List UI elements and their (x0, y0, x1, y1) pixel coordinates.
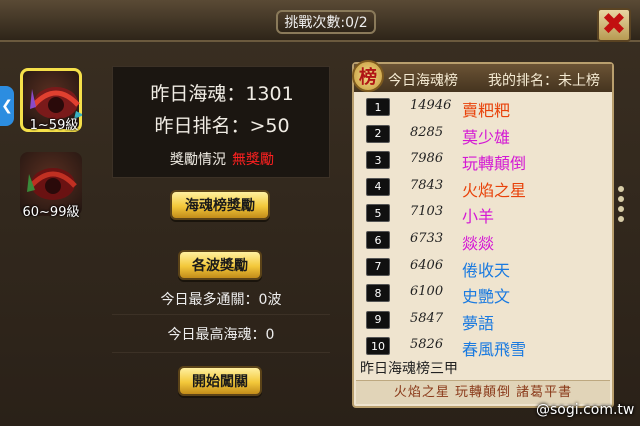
player-name[interactable]: 玩轉顛倒 (462, 150, 526, 174)
rank-number: 2 (366, 124, 390, 143)
ranking-row: 2 8285 莫少雄 (362, 121, 612, 147)
player-score: 14946 (410, 98, 452, 113)
yesterday-top3-names: 火焰之星 玩轉顛倒 諸葛平書 (356, 380, 610, 404)
close-button[interactable]: ✖ (597, 8, 631, 42)
watermark: @sogi.com.tw (536, 402, 635, 418)
ranking-header: 榜 今日海魂榜 我的排名：未上榜 (352, 60, 612, 92)
player-score: 7843 (410, 177, 444, 193)
player-name[interactable]: 史艷文 (462, 283, 510, 307)
player-name[interactable]: 賣粑粑 (462, 97, 510, 121)
player-score: 7103 (410, 204, 444, 220)
rank-reward-button[interactable]: 海魂榜獎勵 (170, 190, 270, 220)
wave-reward-button[interactable]: 各波獎勵 (178, 250, 262, 280)
reward-value: 無獎勵 (232, 152, 274, 168)
player-score: 5826 (410, 337, 444, 353)
start-button[interactable]: 開始闖關 (178, 366, 262, 396)
tab-label: 1~59級 (29, 118, 79, 133)
player-score: 5847 (410, 310, 444, 326)
stats-panel: 昨日海魂：1301 昨日排名：>50 獎勵情況 無獎勵 (112, 66, 330, 178)
ranking-row: 5 7103 小羊 (362, 200, 612, 226)
challenge-count: 挑戰次數:0/2 (276, 10, 376, 34)
player-name[interactable]: 莫少雄 (462, 124, 510, 148)
player-name[interactable]: 春風飛雪 (462, 336, 526, 360)
ranking-badge-icon: 榜 (352, 60, 384, 92)
player-name[interactable]: 夢語 (462, 310, 494, 334)
rank-number: 8 (366, 284, 390, 303)
max-soul-today: 今日最高海魂：0 (167, 327, 275, 343)
divider (112, 352, 330, 353)
ranking-row: 8 6100 史艷文 (362, 280, 612, 306)
player-score: 7986 (410, 151, 444, 167)
ranking-row: 6 6733 燚燚 (362, 227, 612, 253)
player-name[interactable]: 火焰之星 (462, 177, 526, 201)
tab-level-60-99[interactable]: 60~99級 (20, 152, 82, 220)
rank-number: 9 (366, 310, 390, 329)
player-name[interactable]: 燚燚 (462, 230, 494, 254)
sea-monster-icon (27, 168, 77, 200)
yesterday-soul: 昨日海魂：1301 (150, 83, 294, 105)
rank-number: 4 (366, 177, 390, 196)
close-icon: ✖ (601, 7, 627, 42)
max-pass-today: 今日最多通關：0波 (160, 292, 282, 308)
rank-number: 7 (366, 257, 390, 276)
side-toggle-button[interactable]: ❮ (0, 86, 14, 126)
game-window: 挑戰次數:0/2 ✖ ❮ 1~59級 60~99級 昨日海魂：1301 昨日排名… (0, 0, 640, 426)
top-bar: 挑戰次數:0/2 ✖ (0, 0, 640, 42)
divider (112, 314, 330, 315)
rank-number: 3 (366, 151, 390, 170)
tab-level-1-59[interactable]: 1~59級 (20, 68, 82, 133)
player-name[interactable]: 倦收天 (462, 257, 510, 281)
player-score: 6100 (410, 284, 444, 300)
player-name[interactable]: 小羊 (462, 203, 494, 227)
rank-number: 10 (366, 337, 390, 356)
ranking-panel: 榜 今日海魂榜 我的排名：未上榜 1 14946 賣粑粑 2 8285 莫少雄 3 7986 玩… (352, 60, 614, 408)
yesterday-top3-title: 昨日海魂榜三甲 (360, 361, 458, 377)
ranking-title: 今日海魂榜 (388, 73, 458, 89)
rank-number: 1 (366, 98, 390, 116)
tab-label: 60~99級 (22, 205, 80, 220)
yesterday-rank: 昨日排名：>50 (154, 115, 290, 137)
reward-label: 獎勵情況 (170, 152, 226, 168)
ranking-row: 9 5847 夢語 (362, 307, 612, 333)
scroll-indicator[interactable] (618, 186, 626, 226)
player-score: 8285 (410, 124, 444, 140)
chevron-left-icon: ❮ (1, 98, 13, 114)
player-score: 6406 (410, 257, 444, 273)
rank-number: 5 (366, 204, 390, 223)
my-rank: 我的排名：未上榜 (488, 73, 600, 89)
ranking-row: 1 14946 賣粑粑 (362, 94, 612, 120)
ranking-row: 7 6406 倦收天 (362, 254, 612, 280)
ranking-row: 10 5826 春風飛雪 (362, 333, 612, 359)
rank-number: 6 (366, 231, 390, 249)
ranking-row: 4 7843 火焰之星 (362, 174, 612, 200)
reward-status: 獎勵情況 無獎勵 (113, 149, 331, 169)
ranking-row: 3 7986 玩轉顛倒 (362, 147, 612, 173)
player-score: 6733 (410, 231, 444, 246)
